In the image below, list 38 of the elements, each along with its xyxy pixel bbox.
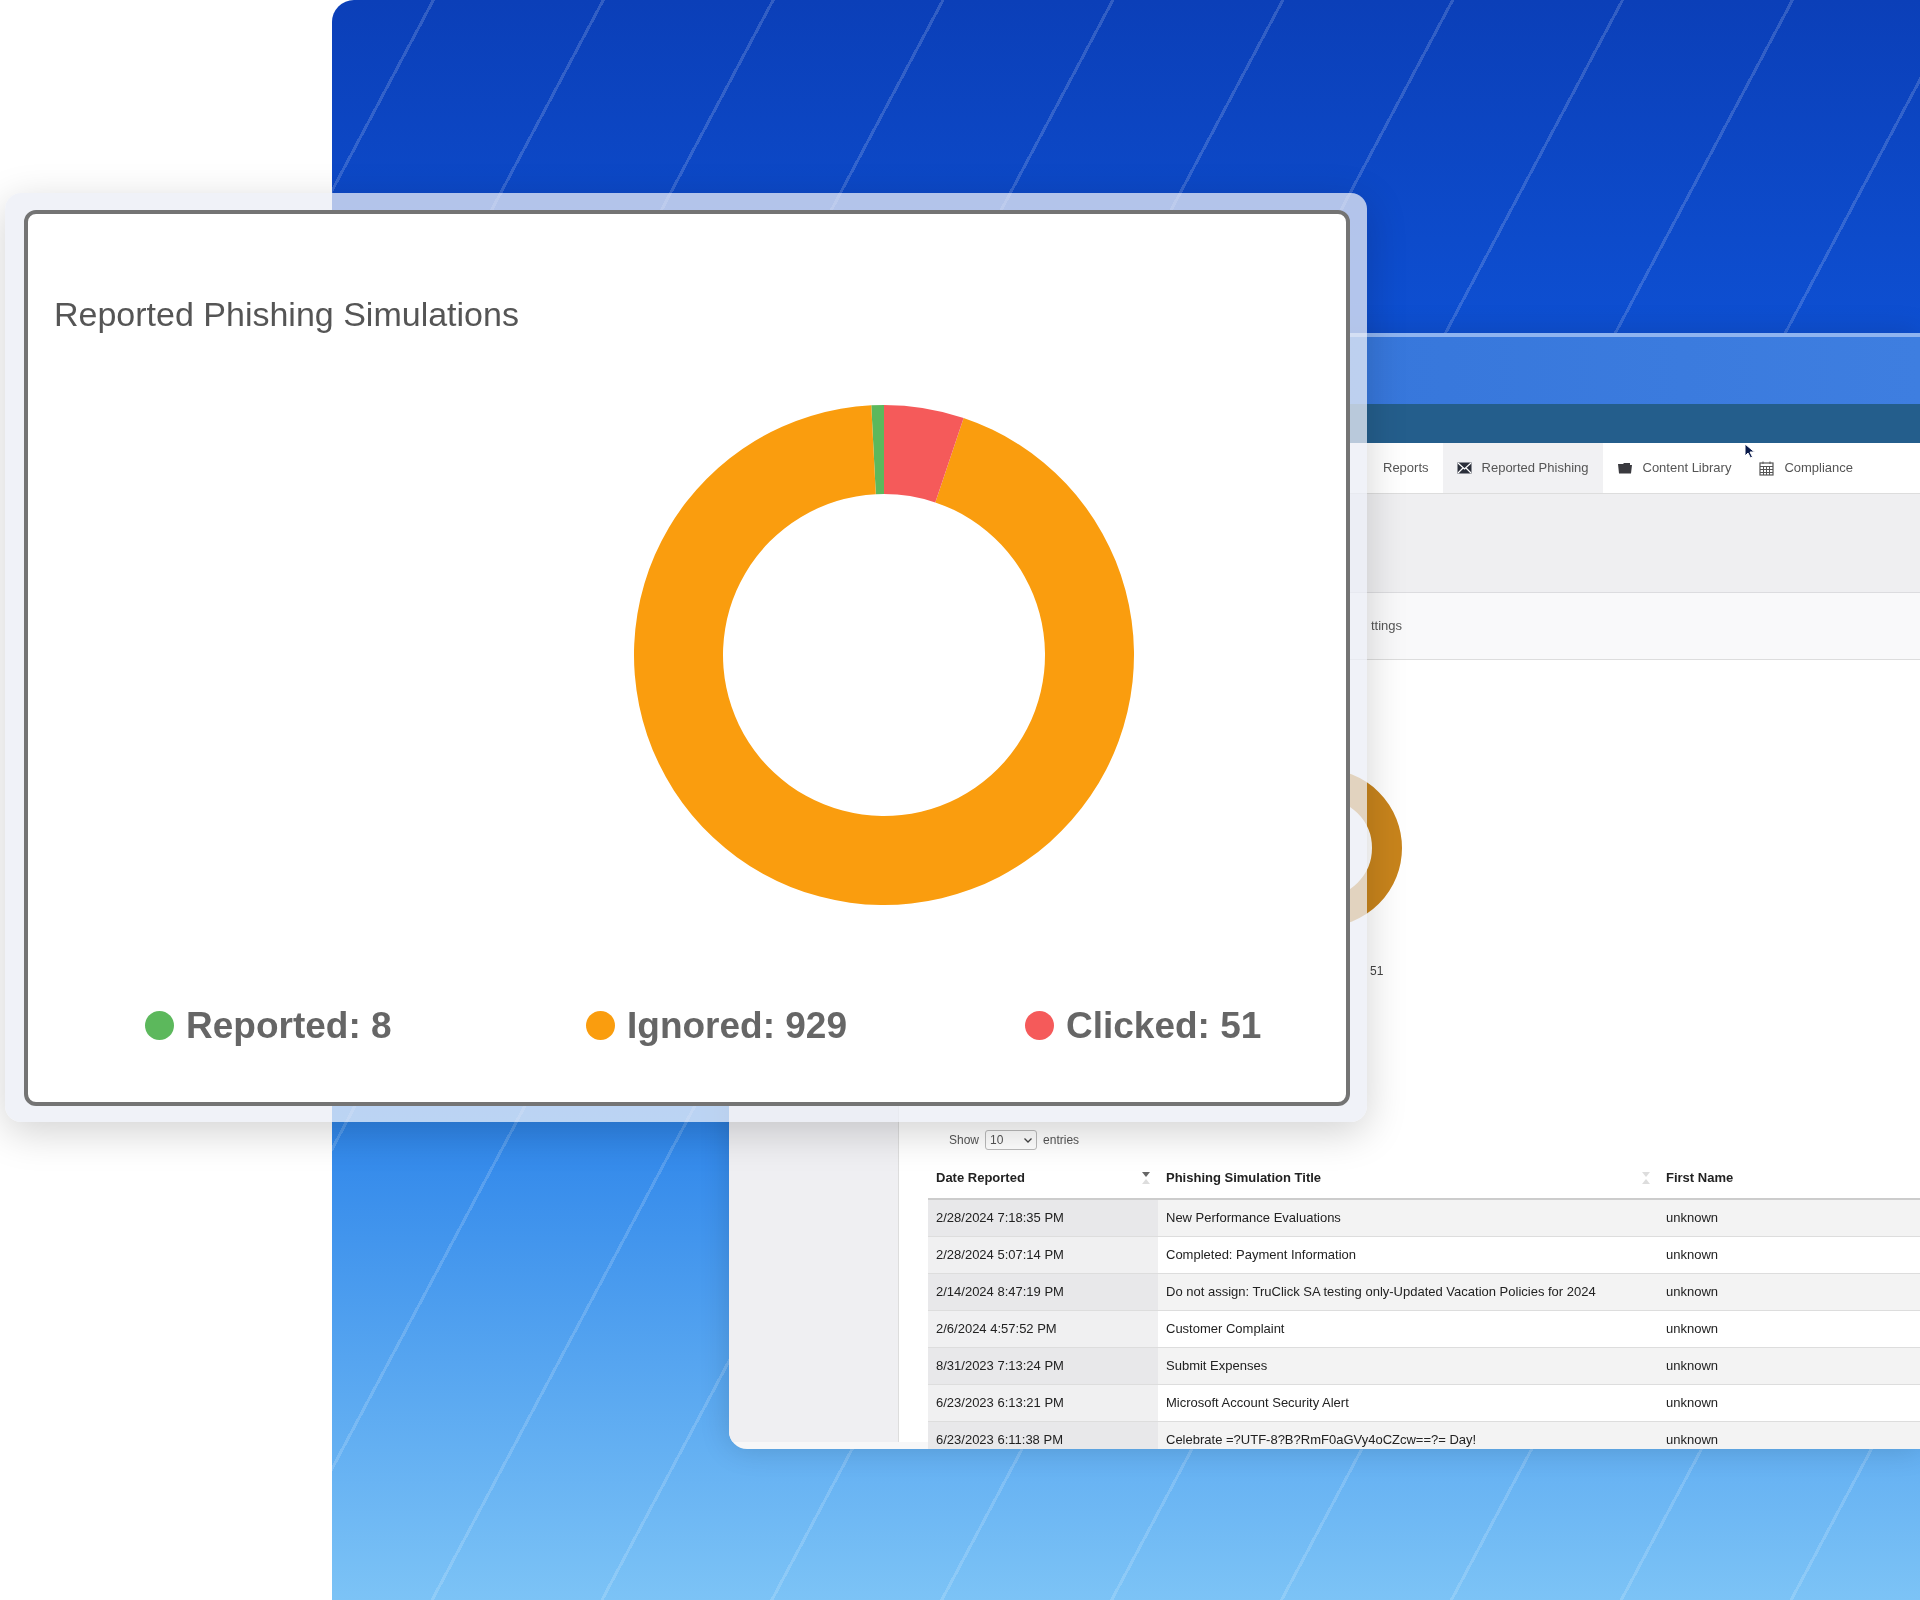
caret-icon	[1024, 1137, 1033, 1143]
table-cell: unknown	[1658, 1421, 1920, 1449]
table-cell: 2/6/2024 4:57:52 PM	[928, 1310, 1158, 1347]
show-label: Show	[949, 1132, 980, 1149]
table-cell: 2/14/2024 8:47:19 PM	[928, 1273, 1158, 1310]
tab-label[interactable]: ttings	[1371, 616, 1403, 636]
legend-label: Ignored: 929	[627, 1004, 847, 1048]
table-cell: unknown	[1658, 1236, 1920, 1273]
table-cell: unknown	[1658, 1199, 1920, 1236]
nav-tab[interactable]: Reports	[1369, 443, 1443, 493]
table-cell: unknown	[1658, 1310, 1920, 1347]
table-cell: Do not assign: TruClick SA testing only-Updated Vacation Policies for 2024	[1158, 1273, 1658, 1310]
nav-tab[interactable]: Reported Phishing	[1442, 443, 1603, 493]
table-cell: unknown	[1658, 1384, 1920, 1421]
table-cell: unknown	[1658, 1273, 1920, 1310]
chart-title: Reported Phishing Simulations	[54, 294, 519, 335]
table-cell: 2/28/2024 7:18:35 PM	[928, 1199, 1158, 1236]
legend-label: Reported: 8	[186, 1004, 392, 1048]
table-cell: Microsoft Account Security Alert	[1158, 1384, 1658, 1421]
table-cell: New Performance Evaluations	[1158, 1199, 1658, 1236]
nav-tab[interactable]: Content Library	[1602, 443, 1746, 493]
folder-icon	[1616, 462, 1633, 474]
entries-select[interactable]: 10	[985, 1130, 1038, 1150]
calendar-icon	[1759, 460, 1775, 476]
legend-value: 51	[1370, 963, 1384, 980]
table-cell: unknown	[1658, 1347, 1920, 1384]
table-cell: 6/23/2023 6:11:38 PM	[928, 1421, 1158, 1449]
table-cell: Celebrate =?UTF-8?B?RmF0aGVy4oCZcw==?= Day!	[1158, 1421, 1658, 1449]
table-cell: 8/31/2023 7:13:24 PM	[928, 1347, 1158, 1384]
nav-tab[interactable]: Compliance	[1745, 443, 1868, 493]
table-cell: Customer Complaint	[1158, 1310, 1658, 1347]
table-cell: 6/23/2023 6:13:21 PM	[928, 1384, 1158, 1421]
table-cell: Completed: Payment Information	[1158, 1236, 1658, 1273]
legend-label: Clicked: 51	[1066, 1004, 1262, 1048]
envelope-icon	[1456, 462, 1472, 474]
table-cell: Submit Expenses	[1158, 1347, 1658, 1384]
entries-label: entries	[1043, 1132, 1080, 1149]
table-cell: 2/28/2024 5:07:14 PM	[928, 1236, 1158, 1273]
